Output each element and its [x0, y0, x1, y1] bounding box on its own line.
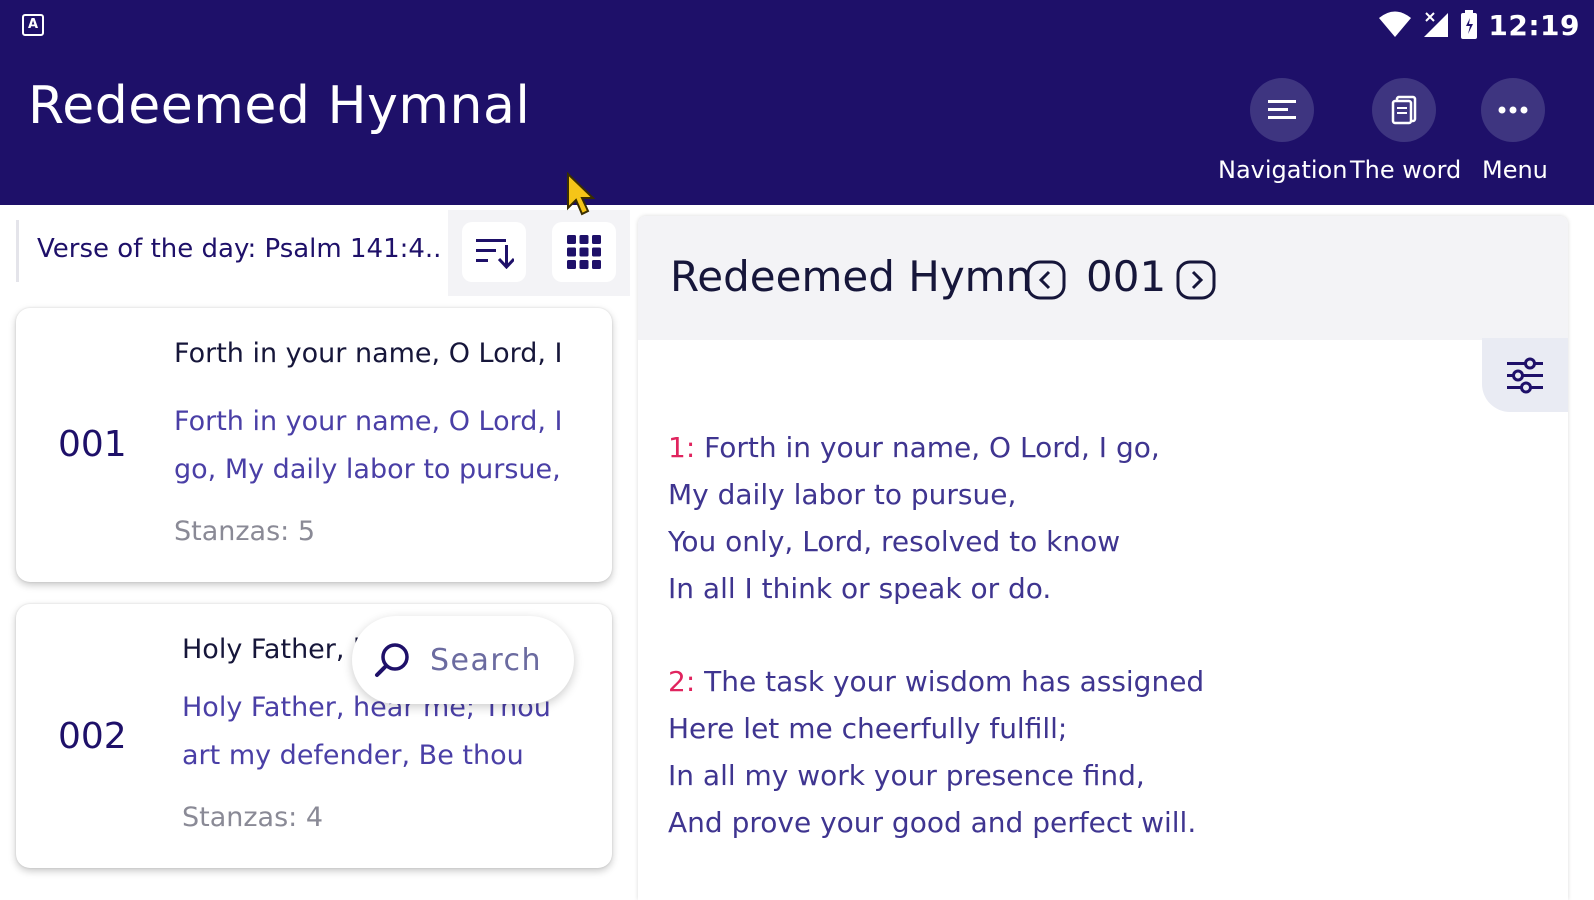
status-bar-right: 12:19: [1378, 8, 1580, 42]
hymn-number: 001: [58, 424, 127, 465]
status-time: 12:19: [1488, 8, 1580, 42]
stanza-line: Forth in your name, O Lord, I go,: [704, 431, 1160, 464]
verse-of-the-day[interactable]: Verse of the day: Psalm 141:4..: [16, 220, 448, 282]
next-hymn-button[interactable]: [1176, 260, 1216, 304]
hymn-number: 002: [58, 716, 127, 757]
hymn-header: Redeemed Hymn 001: [638, 216, 1568, 340]
stanza-line: You only, Lord, resolved to know: [668, 525, 1121, 558]
grid-view-button[interactable]: [552, 222, 616, 282]
signal-icon: [1424, 12, 1449, 37]
status-app-icon: A: [22, 14, 44, 36]
stanza: 2: The task your wisdom has assigned Her…: [668, 658, 1204, 846]
navigation-button[interactable]: [1250, 78, 1314, 142]
search-label: Search: [430, 642, 543, 678]
hymn-title: Forth in your name, O Lord, I: [174, 338, 563, 369]
chevron-right-icon: [1176, 260, 1216, 300]
stanza-line: The task your wisdom has assigned: [704, 665, 1205, 698]
chevron-left-icon: [1026, 260, 1066, 300]
hymn-view-title: Redeemed Hymn: [670, 252, 1033, 301]
the-word-label: The word: [1350, 156, 1462, 184]
verse-of-the-day-text: Verse of the day: Psalm 141:4..: [37, 234, 442, 264]
hymn-card[interactable]: 001 Forth in your name, O Lord, I Forth …: [16, 308, 612, 582]
wifi-icon: [1379, 11, 1412, 37]
stanza-line: Here let me cheerfully fulfill;: [668, 712, 1068, 745]
sort-icon: [476, 239, 514, 269]
menu-button[interactable]: [1481, 78, 1545, 142]
previous-hymn-button[interactable]: [1026, 260, 1066, 304]
sort-button[interactable]: [462, 222, 526, 282]
navigation-label: Navigation: [1218, 156, 1348, 184]
screen: A 12:19 Redeemed Hymnal Navigation The w…: [0, 0, 1594, 900]
hymn-preview: Forth in your name, O Lord, I go, My dai…: [174, 406, 563, 485]
search-button[interactable]: Search: [352, 616, 574, 704]
stanza: 1: Forth in your name, O Lord, I go, My …: [668, 424, 1160, 612]
hymn-stanzas: Stanzas: 4: [182, 802, 324, 833]
hymn-title: Holy Father, h: [182, 634, 371, 665]
search-icon: [375, 643, 409, 677]
book-icon: [1391, 95, 1417, 125]
app-bar: A 12:19 Redeemed Hymnal Navigation The w…: [0, 0, 1594, 205]
stanza-number: 1:: [668, 431, 696, 464]
mouse-cursor-icon: [567, 172, 596, 216]
stanza-line: My daily labor to pursue,: [668, 478, 1017, 511]
lines-icon: [1268, 100, 1296, 119]
grid-icon: [567, 235, 601, 269]
stanza-line: In all my work your presence find,: [668, 759, 1145, 792]
more-dots-icon: [1498, 106, 1528, 114]
list-toolbar: [448, 210, 630, 296]
hymn-view-number: 001: [1086, 252, 1167, 301]
display-settings-button[interactable]: [1482, 338, 1568, 412]
menu-label: Menu: [1482, 156, 1548, 184]
app-title: Redeemed Hymnal: [28, 76, 531, 136]
stanza-line: In all I think or speak or do.: [668, 572, 1052, 605]
battery-icon: [1461, 10, 1478, 39]
hymn-view: Redeemed Hymn 001 1: Forth in your name,…: [638, 216, 1568, 900]
stanza-number: 2:: [668, 665, 696, 698]
sliders-icon: [1507, 357, 1543, 394]
the-word-button[interactable]: [1372, 78, 1436, 142]
stanza-line: And prove your good and perfect will.: [668, 806, 1197, 839]
hymn-stanzas: Stanzas: 5: [174, 516, 316, 547]
